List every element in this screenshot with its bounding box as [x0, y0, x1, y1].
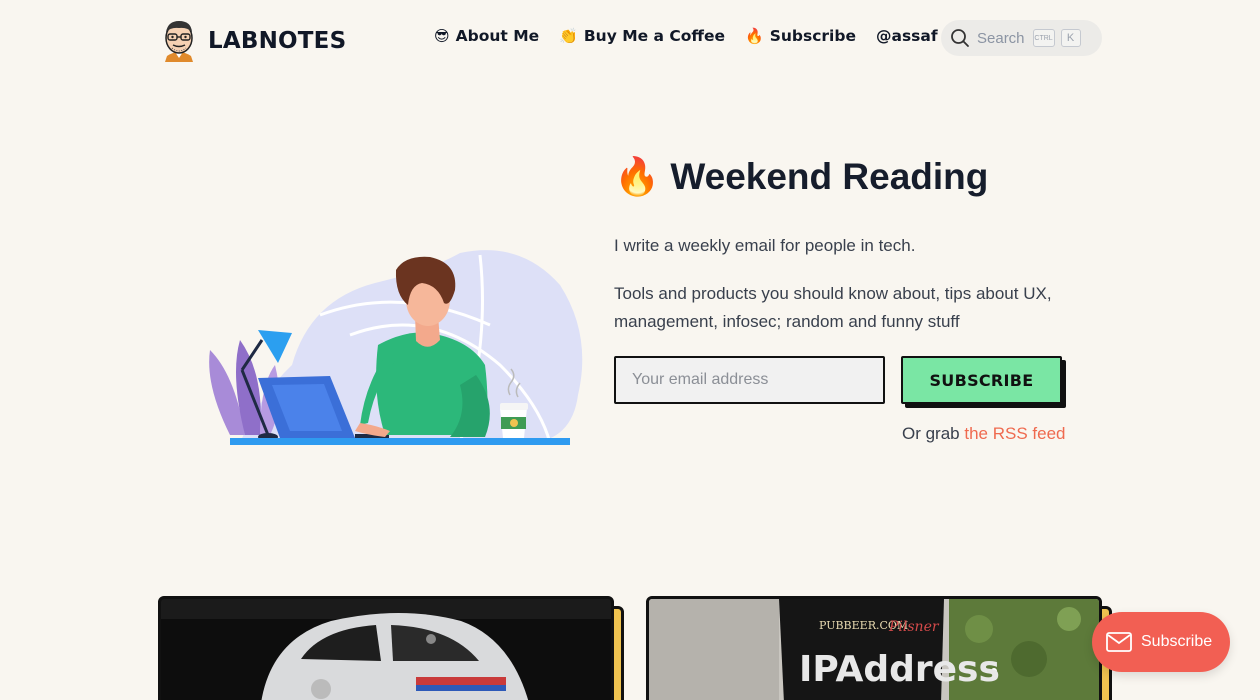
site-name: LABNOTES [208, 28, 347, 54]
svg-text:Pilsner: Pilsner [888, 619, 940, 635]
rss-feed-link[interactable]: the RSS feed [964, 424, 1065, 443]
search-button[interactable]: Search CTRL K [941, 20, 1102, 56]
site-header: LABNOTES 😎 About Me 👏 Buy Me a Coffee 🔥 … [0, 0, 1260, 76]
hero-intro: I write a weekly email for people in tec… [614, 236, 916, 255]
nav-subscribe-label: Subscribe [769, 27, 856, 45]
cartoon-avatar-icon [165, 21, 193, 62]
fire-icon: 🔥 [745, 27, 764, 45]
post-card[interactable]: IPAddress PUBBEER.COM Pilsner [646, 596, 1112, 700]
shortcut-k-key: K [1060, 29, 1081, 47]
sunglasses-icon: 😎 [434, 27, 450, 45]
nav-subscribe[interactable]: 🔥 Subscribe [745, 27, 856, 45]
hero-description: Tools and products you should know about… [614, 284, 1052, 331]
can-photo: IPAddress PUBBEER.COM Pilsner [649, 599, 1099, 700]
svg-text:IPAddress: IPAddress [799, 649, 1000, 690]
nav-about-me[interactable]: 😎 About Me [434, 27, 539, 45]
subscribe-button-wrap: SUBSCRIBE [901, 356, 1067, 408]
bubble-car-photo [161, 599, 611, 700]
fire-icon: 🔥 [614, 156, 661, 197]
hero-title-text: Weekend Reading [670, 156, 989, 197]
post-card[interactable] [158, 596, 624, 700]
main-nav: 😎 About Me 👏 Buy Me a Coffee 🔥 Subscribe… [434, 27, 938, 45]
envelope-icon [1106, 632, 1132, 652]
post-card-image [158, 596, 614, 700]
subscribe-button[interactable]: SUBSCRIBE [901, 356, 1062, 404]
hero-title: 🔥 Weekend Reading [614, 156, 988, 199]
rss-prefix: Or grab [902, 424, 960, 443]
floating-subscribe-label: Subscribe [1141, 633, 1213, 650]
post-card-image: IPAddress PUBBEER.COM Pilsner [646, 596, 1102, 700]
site-logo[interactable]: LABNOTES [160, 18, 346, 62]
clapping-hands-icon: 👏 [559, 27, 578, 45]
email-field[interactable] [614, 356, 885, 404]
nav-buy-me-a-coffee-label: Buy Me a Coffee [583, 27, 726, 45]
search-label: Search [977, 29, 1025, 47]
search-icon [951, 29, 969, 47]
nav-handle[interactable]: @assaf [876, 27, 938, 45]
hero-illustration [209, 250, 583, 445]
nav-handle-label: @assaf [875, 27, 938, 45]
rss-line: Or grab the RSS feed [902, 424, 1066, 444]
floating-subscribe-button[interactable]: Subscribe [1092, 612, 1230, 672]
shortcut-ctrl-key: CTRL [1032, 29, 1055, 47]
nav-about-me-label: About Me [455, 27, 540, 45]
nav-buy-me-a-coffee[interactable]: 👏 Buy Me a Coffee [559, 27, 725, 45]
